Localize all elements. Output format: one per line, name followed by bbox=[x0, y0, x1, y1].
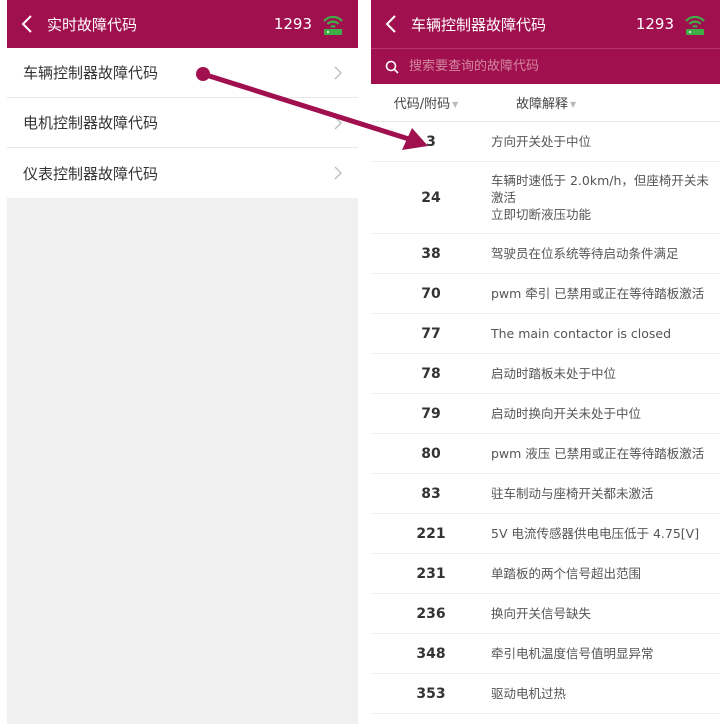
left-panel: 实时故障代码 1293 车辆控制器故障代码 电机控制器故障代码 仪表控制器故障代… bbox=[7, 0, 358, 724]
fault-code: 231 bbox=[416, 565, 446, 582]
table-row[interactable]: 79 启动时换向开关未处于中位 bbox=[371, 394, 720, 434]
fault-description: pwm 液压 已禁用或正在等待踏板激活 bbox=[491, 446, 705, 461]
table-row[interactable]: 83 驻车制动与座椅开关都未激活 bbox=[371, 474, 720, 514]
table-row[interactable]: 38 驾驶员在位系统等待启动条件满足 bbox=[371, 234, 720, 274]
fault-description: 启动时踏板未处于中位 bbox=[491, 366, 617, 381]
fault-description: The main contactor is closed bbox=[491, 326, 672, 341]
menu-item-label: 电机控制器故障代码 bbox=[23, 114, 159, 132]
fault-count: 1293 bbox=[273, 15, 312, 33]
page-title: 实时故障代码 bbox=[47, 15, 138, 34]
fault-code: 236 bbox=[416, 605, 446, 622]
column-header-description[interactable]: 故障解释 ▼ bbox=[481, 93, 720, 112]
fault-code: 80 bbox=[421, 445, 441, 462]
fault-code: 24 bbox=[421, 189, 441, 206]
sort-down-icon: ▼ bbox=[452, 100, 459, 109]
fault-code: 3 bbox=[426, 133, 436, 150]
fault-code: 348 bbox=[416, 645, 446, 662]
table-row[interactable]: 24 车辆时速低于 2.0km/h，但座椅开关未激活 立即切断液压功能 bbox=[371, 162, 720, 234]
right-header: 车辆控制器故障代码 1293 bbox=[371, 0, 720, 48]
wifi-router-icon bbox=[685, 15, 705, 35]
table-row[interactable]: 221 5V 电流传感器供电电压低于 4.75[V] bbox=[371, 514, 720, 554]
fault-description: pwm 牵引 已禁用或正在等待踏板激活 bbox=[491, 286, 705, 301]
left-header: 实时故障代码 1293 bbox=[7, 0, 358, 48]
wifi-router-icon bbox=[323, 15, 343, 35]
chevron-right-icon bbox=[334, 166, 342, 180]
column-header-label: 故障解释 bbox=[516, 97, 569, 112]
fault-code-list: 3 方向开关处于中位 24 车辆时速低于 2.0km/h，但座椅开关未激活 立即… bbox=[371, 122, 720, 714]
fault-description: 换向开关信号缺失 bbox=[491, 606, 592, 621]
fault-code: 353 bbox=[416, 685, 446, 702]
fault-description: 车辆时速低于 2.0km/h，但座椅开关未激活 立即切断液压功能 bbox=[491, 173, 709, 222]
chevron-right-icon bbox=[334, 116, 342, 129]
search-icon bbox=[385, 60, 399, 74]
back-button[interactable] bbox=[371, 0, 411, 48]
menu-item-vehicle-controller[interactable]: 车辆控制器故障代码 bbox=[7, 48, 358, 98]
column-header-label: 代码/附码 bbox=[393, 97, 451, 112]
table-header: 代码/附码 ▼ 故障解释 ▼ bbox=[371, 84, 720, 122]
fault-code: 221 bbox=[416, 525, 446, 542]
table-row[interactable]: 348 牵引电机温度信号值明显异常 bbox=[371, 634, 720, 674]
fault-description: 驾驶员在位系统等待启动条件满足 bbox=[491, 246, 679, 261]
table-row[interactable]: 78 启动时踏板未处于中位 bbox=[371, 354, 720, 394]
chevron-right-icon bbox=[334, 66, 342, 79]
table-row[interactable]: 80 pwm 液压 已禁用或正在等待踏板激活 bbox=[371, 434, 720, 474]
chevron-left-icon bbox=[21, 15, 32, 33]
column-header-code[interactable]: 代码/附码 ▼ bbox=[371, 93, 481, 112]
fault-code: 38 bbox=[421, 245, 441, 262]
table-row[interactable]: 77 The main contactor is closed bbox=[371, 314, 720, 354]
connection-button[interactable] bbox=[682, 11, 708, 37]
search-bar bbox=[371, 48, 720, 84]
sort-down-icon: ▼ bbox=[570, 100, 577, 109]
fault-code: 78 bbox=[421, 365, 441, 382]
right-panel: 车辆控制器故障代码 1293 代码/附码▼ 故障解释▼ 3 方向开关处于中位 bbox=[371, 0, 720, 724]
table-row[interactable]: 70 pwm 牵引 已禁用或正在等待踏板激活 bbox=[371, 274, 720, 314]
connection-button[interactable] bbox=[320, 11, 346, 37]
search-input[interactable] bbox=[409, 59, 689, 74]
controller-menu: 车辆控制器故障代码 电机控制器故障代码 仪表控制器故障代码 bbox=[7, 48, 358, 198]
fault-code: 77 bbox=[421, 325, 441, 342]
fault-description: 方向开关处于中位 bbox=[491, 134, 592, 149]
fault-code: 83 bbox=[421, 485, 441, 502]
fault-code: 70 bbox=[421, 285, 441, 302]
menu-item-motor-controller[interactable]: 电机控制器故障代码 bbox=[7, 98, 358, 148]
page-title: 车辆控制器故障代码 bbox=[411, 15, 547, 34]
fault-description: 驱动电机过热 bbox=[491, 686, 567, 701]
menu-item-label: 仪表控制器故障代码 bbox=[23, 164, 159, 183]
fault-description: 单踏板的两个信号超出范围 bbox=[491, 566, 642, 581]
fault-count: 1293 bbox=[635, 15, 674, 33]
fault-description: 驻车制动与座椅开关都未激活 bbox=[491, 486, 654, 501]
table-row[interactable]: 236 换向开关信号缺失 bbox=[371, 594, 720, 634]
back-button[interactable] bbox=[7, 0, 47, 48]
table-row[interactable]: 353 驱动电机过热 bbox=[371, 674, 720, 714]
fault-description: 牵引电机温度信号值明显异常 bbox=[491, 646, 654, 661]
fault-description: 5V 电流传感器供电电压低于 4.75[V] bbox=[491, 526, 700, 541]
menu-item-label: 车辆控制器故障代码 bbox=[23, 64, 159, 82]
table-row[interactable]: 3 方向开关处于中位 bbox=[371, 122, 720, 162]
chevron-left-icon bbox=[385, 15, 396, 33]
table-row[interactable]: 231 单踏板的两个信号超出范围 bbox=[371, 554, 720, 594]
fault-description: 启动时换向开关未处于中位 bbox=[491, 406, 642, 421]
menu-item-dashboard-controller[interactable]: 仪表控制器故障代码 bbox=[7, 148, 358, 198]
fault-code: 79 bbox=[421, 405, 441, 422]
